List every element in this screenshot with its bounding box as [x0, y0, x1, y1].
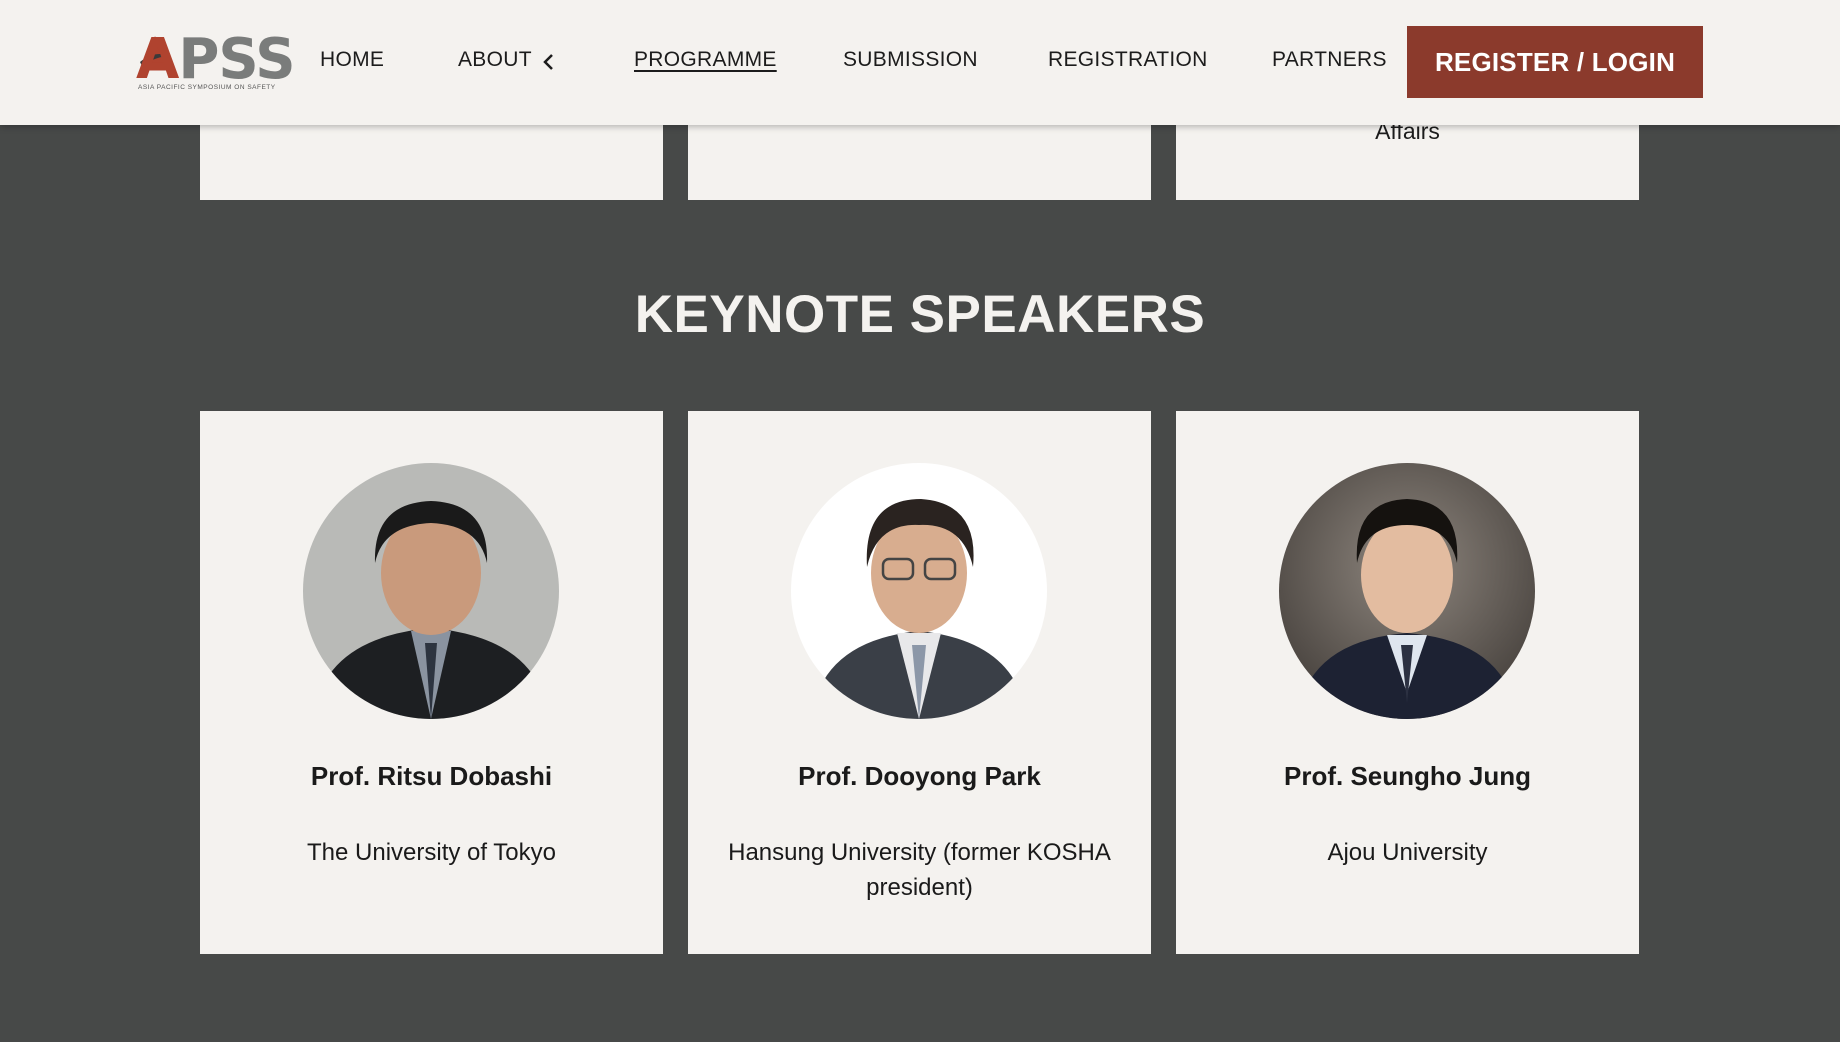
nav-submission[interactable]: SUBMISSION — [843, 48, 978, 72]
speaker-card: Prof. Seungho Jung Ajou University — [1176, 411, 1639, 954]
site-header: APSS ASIA PACIFIC SYMPOSIUM ON SAFETY HO… — [0, 0, 1840, 125]
register-login-button[interactable]: REGISTER / LOGIN — [1407, 26, 1703, 98]
nav-programme[interactable]: PROGRAMME — [634, 48, 777, 72]
speaker-affiliation: The University of Tokyo — [307, 839, 556, 866]
speaker-affiliation: Hansung University (former KOSHA preside… — [728, 839, 1111, 901]
nav-about[interactable]: ABOUT — [458, 48, 532, 72]
keynote-speakers-heading: KEYNOTE SPEAKERS — [634, 285, 1206, 344]
speaker-photo — [791, 463, 1047, 719]
speaker-photo — [1279, 463, 1535, 719]
speaker-name: Prof. Ritsu Dobashi — [310, 761, 553, 791]
speaker-card: Prof. Ritsu Dobashi The University of To… — [200, 411, 663, 954]
nav-registration[interactable]: REGISTRATION — [1048, 48, 1208, 72]
speaker-photo — [303, 463, 559, 719]
apss-logo[interactable]: APSS ASIA PACIFIC SYMPOSIUM ON SAFETY — [136, 27, 296, 94]
chevron-left-icon[interactable] — [541, 51, 557, 73]
speaker-name: Prof. Seungho Jung — [1284, 761, 1531, 791]
speaker-affiliation: Ajou University — [1327, 839, 1488, 866]
nav-home[interactable]: HOME — [320, 48, 384, 72]
speaker-name: Prof. Dooyong Park — [798, 761, 1041, 791]
nav-partners[interactable]: PARTNERS — [1272, 48, 1387, 72]
speaker-card: Prof. Dooyong Park Hansung University (f… — [688, 411, 1151, 954]
logo-tagline: ASIA PACIFIC SYMPOSIUM ON SAFETY — [138, 84, 276, 91]
logo-wordmark: APSS — [136, 27, 296, 92]
